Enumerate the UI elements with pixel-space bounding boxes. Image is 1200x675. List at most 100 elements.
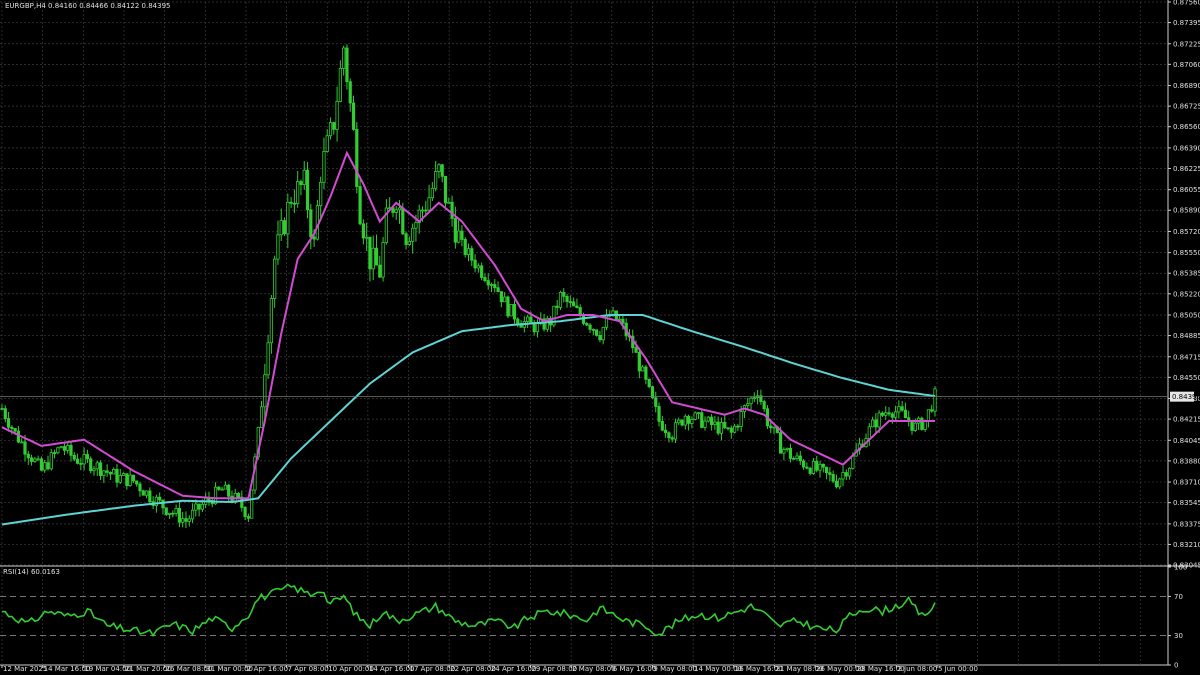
candle-body	[687, 415, 691, 424]
candle-body	[66, 444, 70, 451]
candle-body	[82, 454, 86, 465]
candle-body	[588, 324, 592, 330]
candle-body	[279, 220, 283, 236]
candle-body	[62, 446, 67, 451]
candle-body	[693, 412, 697, 420]
y-tick-label: 0.85385	[1173, 270, 1200, 278]
x-tick-label: 22 Apr 08:00	[450, 665, 496, 673]
candle-body	[381, 242, 385, 278]
candle-body	[20, 441, 24, 444]
candle-body	[933, 388, 937, 412]
candle-body	[650, 386, 655, 399]
candle-body	[654, 397, 658, 407]
candle-body	[164, 507, 168, 515]
candle-body	[621, 318, 625, 324]
candle-body	[236, 493, 241, 498]
candle-body	[276, 234, 280, 260]
candle-body	[634, 347, 638, 353]
candle-body	[36, 458, 40, 461]
candle-body	[309, 209, 313, 238]
candle-body	[512, 304, 517, 320]
candle-body	[716, 421, 720, 434]
candle-body	[923, 420, 927, 430]
candle-body	[427, 197, 431, 211]
candle-body	[259, 406, 264, 428]
candle-body	[769, 425, 773, 429]
candle-body	[69, 444, 73, 456]
y-tick-label: 0.84550	[1173, 374, 1200, 382]
candle-body	[98, 462, 103, 476]
candle-body	[683, 415, 687, 426]
candle-body	[447, 201, 451, 204]
candle-body	[736, 425, 740, 428]
y-tick-label: 0.83375	[1173, 520, 1200, 528]
candle-body	[223, 484, 227, 490]
candle-body	[79, 462, 83, 465]
x-tick-label: 7 Apr 08:00	[288, 665, 329, 673]
candle-body	[282, 220, 287, 235]
candle-body	[325, 135, 329, 152]
y-tick-label: 0.86725	[1173, 103, 1200, 111]
y-tick-label: 0.87395	[1173, 19, 1200, 27]
candle-body	[831, 473, 835, 482]
candle-body	[374, 247, 379, 266]
candle-body	[733, 425, 737, 433]
candle-body	[289, 201, 293, 204]
x-tick-label: 2 Jun 08:00	[897, 665, 937, 673]
candle-body	[821, 463, 825, 468]
candle-body	[637, 352, 641, 372]
candle-body	[664, 429, 668, 434]
candle-body	[95, 462, 99, 470]
candle-body	[92, 468, 96, 472]
x-tick-label: 24 Apr 16:00	[491, 665, 537, 673]
candle-body	[867, 426, 871, 440]
rsi-label: RSI(14) 60.0163	[3, 568, 60, 576]
candle-body	[397, 207, 402, 211]
candle-body	[46, 462, 50, 470]
candle-body	[361, 223, 365, 239]
price-chart[interactable]: 0.87560 0.87395 0.87225 0.87060 0.86890 0.867…	[0, 0, 1200, 675]
candle-body	[752, 397, 756, 399]
candle-body	[529, 316, 533, 323]
candle-body	[486, 280, 490, 286]
candle-body	[3, 408, 7, 419]
x-tick-label: 2 Apr 16:00	[247, 665, 288, 673]
candle-body	[187, 518, 191, 522]
candle-body	[493, 284, 497, 289]
candle-body	[726, 427, 730, 430]
candle-body	[52, 452, 57, 455]
candle-body	[516, 318, 520, 325]
candle-body	[348, 81, 352, 104]
candle-body	[844, 472, 848, 477]
candle-body	[585, 322, 589, 326]
candle-body	[815, 460, 819, 471]
candle-body	[115, 468, 119, 483]
candle-body	[443, 175, 448, 204]
candle-body	[56, 447, 60, 454]
candle-body	[489, 284, 494, 286]
last-price-tag-label: 0.84395	[1172, 393, 1200, 401]
candle-body	[851, 455, 855, 469]
candle-body	[644, 366, 648, 380]
x-tick-label: 12 Mar 2025	[3, 665, 47, 673]
candle-body	[246, 516, 250, 519]
candle-body	[322, 151, 326, 183]
candle-body	[184, 518, 188, 522]
y-tick-label: 0.85890	[1173, 207, 1200, 215]
candle-body	[677, 419, 681, 424]
candle-body	[217, 486, 221, 490]
candle-body	[792, 458, 796, 460]
candle-body	[16, 430, 21, 443]
candle-body	[466, 248, 471, 256]
candle-body	[72, 454, 76, 460]
candle-body	[841, 472, 845, 480]
candle-body	[700, 412, 704, 428]
candle-body	[102, 470, 106, 476]
candle-body	[575, 305, 579, 308]
candle-body	[414, 222, 418, 229]
candle-body	[368, 236, 372, 270]
y-tick-label: 0.86560	[1173, 123, 1200, 131]
candle-body	[394, 209, 398, 213]
x-tick-label: 29 Apr 08:00	[531, 665, 577, 673]
candle-body	[801, 460, 806, 468]
